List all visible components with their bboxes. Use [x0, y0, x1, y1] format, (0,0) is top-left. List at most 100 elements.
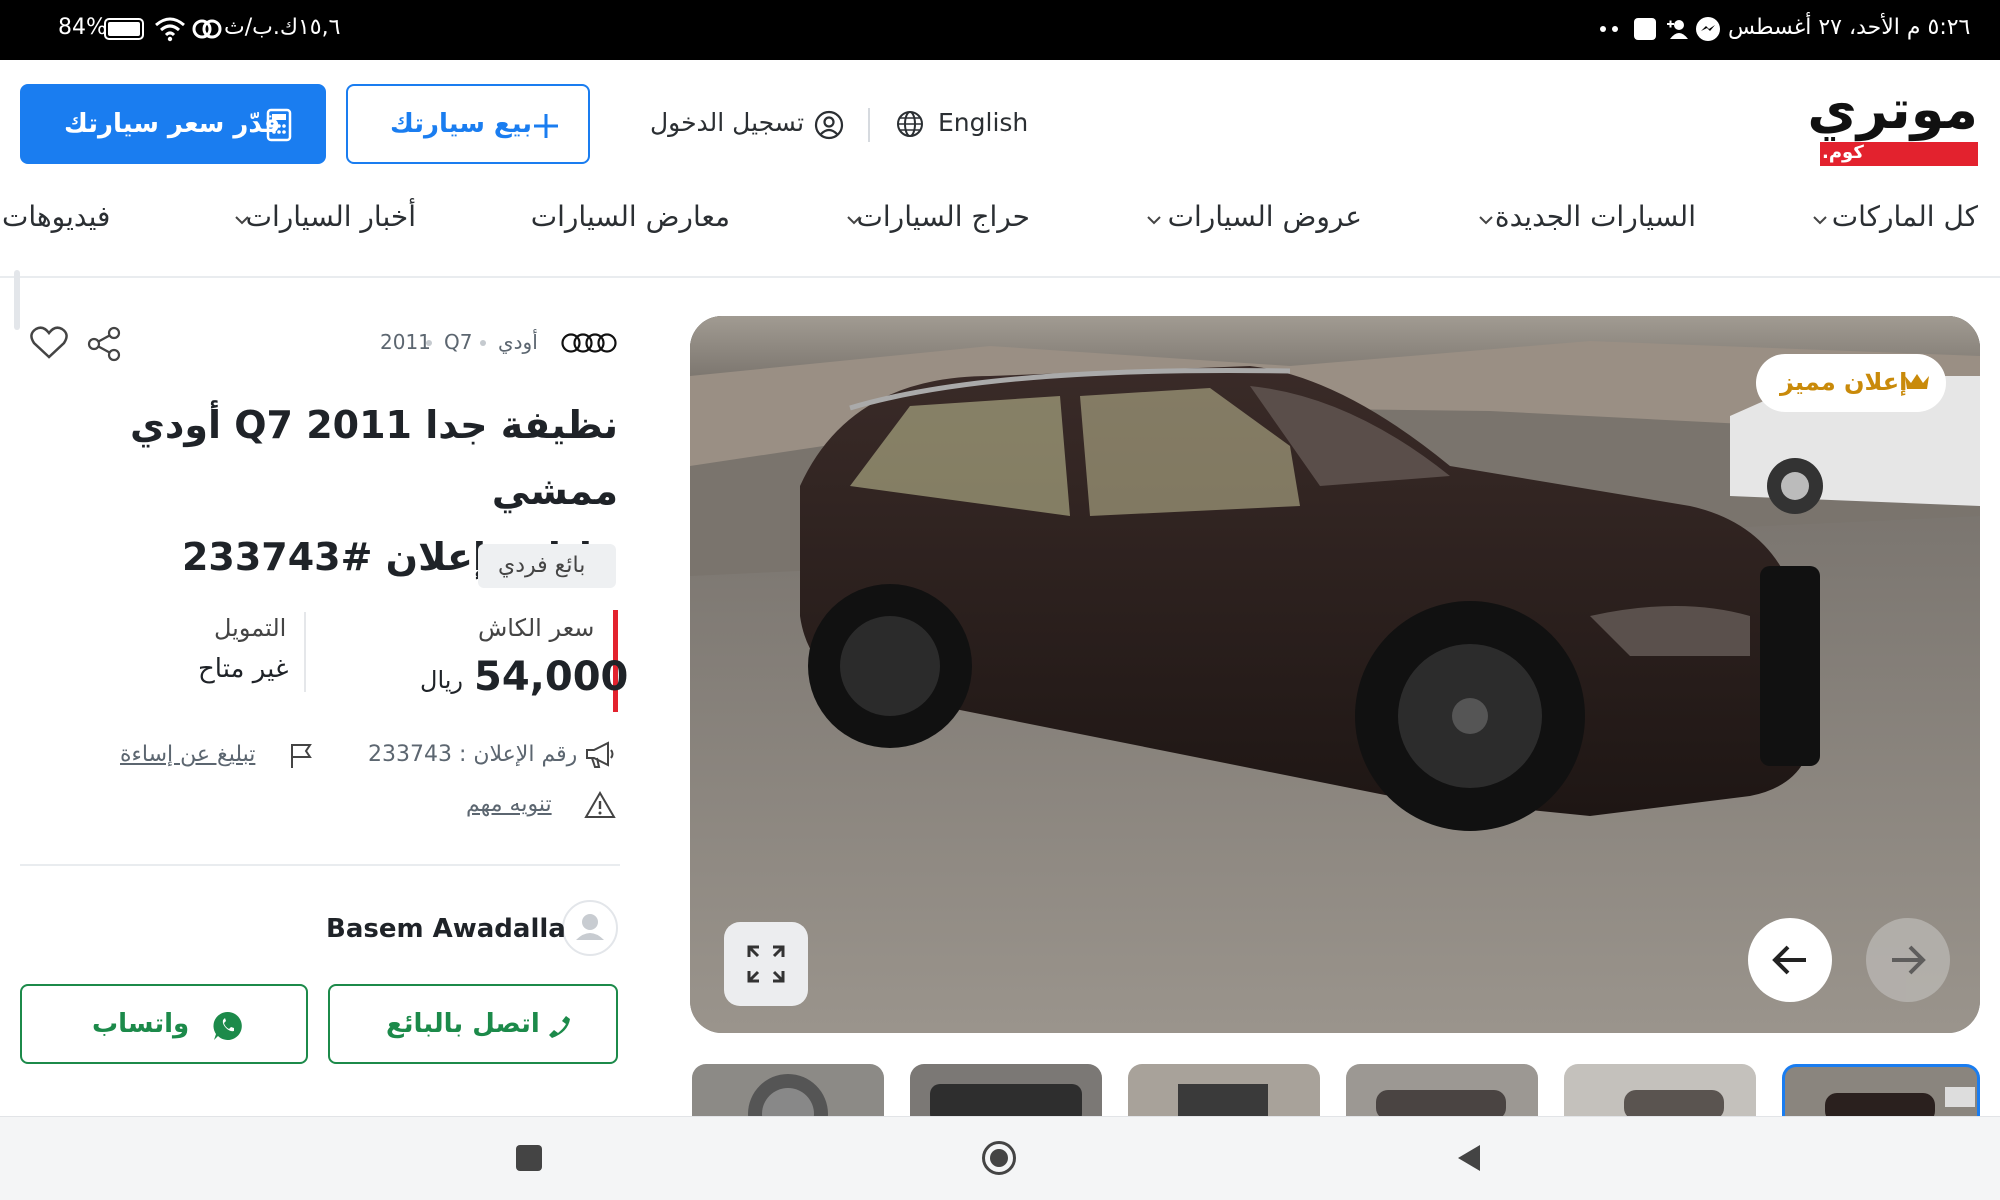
- battery-icon: [104, 18, 144, 40]
- language-switch[interactable]: English: [896, 104, 1029, 144]
- notification-square-icon: [1634, 18, 1656, 40]
- system-nav-bar: [0, 1116, 2000, 1200]
- price-currency: ريال: [420, 666, 464, 694]
- share-button[interactable]: [86, 326, 122, 362]
- photo-thumbnail[interactable]: [692, 1064, 884, 1120]
- status-bar: 84% ١٥,٦ك.ب/ث ٥:٢٦ م الأحد، ٢٧ أغسطس: [0, 0, 2000, 60]
- messenger-icon: [1696, 17, 1720, 41]
- nav-all-brands[interactable]: كل الماركات: [1832, 200, 1978, 233]
- main-nav: كل الماركات السيارات الجديدة عروض السيار…: [0, 180, 2000, 280]
- call-seller-button[interactable]: اتصل بالبائع: [328, 984, 618, 1064]
- breadcrumb-separator: [480, 340, 486, 346]
- more-dot-icon: [1600, 26, 1606, 32]
- language-label: English: [938, 108, 1029, 137]
- chevron-down-icon: [1813, 216, 1827, 225]
- cash-price-label: سعر الكاش: [478, 614, 595, 642]
- nav-car-offers[interactable]: عروض السيارات: [1168, 200, 1362, 233]
- nfc-icon: [192, 17, 222, 41]
- chevron-down-icon: [235, 216, 249, 225]
- breadcrumb-separator: [426, 340, 432, 346]
- flag-icon: [288, 742, 316, 770]
- login-label: تسجيل الدخول: [650, 108, 805, 137]
- login-link[interactable]: تسجيل الدخول: [650, 104, 850, 144]
- price-divider: [304, 612, 306, 692]
- important-notice-link[interactable]: تنويه مهم: [466, 788, 620, 824]
- arrow-left-icon: [1772, 944, 1808, 976]
- nav-videos[interactable]: فيديوهات: [2, 200, 110, 233]
- cash-price: 54,000 ريال: [420, 652, 628, 708]
- estimate-price-button[interactable]: قدّر سعر سيارتك: [20, 84, 326, 164]
- photo-thumbnail[interactable]: [910, 1064, 1102, 1120]
- chevron-down-icon: [1479, 216, 1493, 225]
- listing-title-line1: أودي Q7 2011 نظيفة جدا ممشي: [130, 403, 618, 513]
- audi-rings-icon: [560, 332, 618, 354]
- recent-apps-button[interactable]: [516, 1145, 542, 1171]
- expand-icon: [746, 944, 786, 984]
- featured-badge-label: إعلان مميز: [1780, 368, 1908, 396]
- favorite-button[interactable]: [30, 326, 68, 360]
- nav-car-auction[interactable]: حراج السيارات: [857, 200, 1030, 233]
- scrollbar-thumb[interactable]: [14, 270, 20, 330]
- estimate-price-label: قدّر سعر سيارتك: [64, 109, 281, 139]
- share-icon: [86, 326, 122, 362]
- breadcrumb-model[interactable]: Q7: [444, 330, 472, 354]
- chevron-down-icon: [1147, 216, 1161, 225]
- globe-icon: [896, 110, 924, 138]
- nav-car-news[interactable]: أخبار السيارات: [246, 200, 416, 233]
- person-add-icon: [1666, 17, 1690, 41]
- status-time-date: ٥:٢٦ م الأحد، ٢٧ أغسطس: [1728, 15, 1971, 40]
- finance-value: غير متاح: [198, 654, 289, 684]
- photo-thumbnail-active[interactable]: [1782, 1064, 1980, 1120]
- breadcrumb: 2011 Q7 أودي: [378, 330, 618, 360]
- next-photo-button[interactable]: [1866, 918, 1950, 1002]
- battery-percentage: 84%: [58, 15, 107, 40]
- phone-icon: [544, 1012, 572, 1040]
- seller-type-badge: بائع فردي: [478, 544, 616, 588]
- call-seller-label: اتصل بالبائع: [386, 1009, 540, 1039]
- photo-thumbnail[interactable]: [1564, 1064, 1756, 1120]
- arrow-right-icon: [1890, 944, 1926, 976]
- nav-divider: [0, 276, 2000, 278]
- seller-name: Basem Awadalla: [326, 914, 566, 944]
- back-button[interactable]: [1456, 1143, 1482, 1173]
- whatsapp-icon: [212, 1010, 244, 1042]
- header-divider: [868, 108, 870, 142]
- breadcrumb-make[interactable]: أودي: [498, 330, 538, 354]
- user-circle-icon: [814, 110, 844, 140]
- site-logo[interactable]: موتري .كوم: [1807, 78, 1980, 168]
- fullscreen-button[interactable]: [724, 922, 808, 1006]
- warning-triangle-icon: [584, 790, 616, 820]
- finance-label: التمويل: [214, 614, 287, 642]
- home-button[interactable]: [982, 1141, 1016, 1175]
- breadcrumb-year[interactable]: 2011: [380, 330, 431, 354]
- wifi-icon: [154, 16, 186, 42]
- report-abuse-label: تبليغ عن إساءة: [120, 742, 256, 767]
- ad-number: رقم الإعلان : 233743: [366, 738, 620, 774]
- nav-car-showrooms[interactable]: معارض السيارات: [531, 200, 730, 233]
- price-value: 54,000: [474, 654, 629, 700]
- prev-photo-button[interactable]: [1748, 918, 1832, 1002]
- featured-badge: إعلان مميز: [1756, 354, 1946, 412]
- whatsapp-label: واتساب: [92, 1009, 190, 1039]
- sell-car-button[interactable]: بيع سيارتك: [346, 84, 590, 164]
- whatsapp-button[interactable]: واتساب: [20, 984, 308, 1064]
- section-divider: [20, 864, 620, 866]
- report-abuse-link[interactable]: تبليغ عن إساءة: [118, 738, 318, 774]
- ad-number-label: رقم الإعلان : 233743: [368, 742, 578, 767]
- heart-icon: [30, 326, 68, 360]
- more-dot-icon: [1612, 26, 1618, 32]
- seller-avatar: [562, 900, 618, 956]
- photo-thumbnail[interactable]: [1128, 1064, 1320, 1120]
- crown-icon: [1904, 372, 1930, 392]
- megaphone-icon: [584, 740, 616, 770]
- photo-thumbnail[interactable]: [1346, 1064, 1538, 1120]
- logo-text: موتري: [1807, 78, 1980, 141]
- nav-new-cars[interactable]: السيارات الجديدة: [1495, 200, 1696, 233]
- network-speed: ١٥,٦ك.ب/ث: [224, 15, 341, 40]
- important-notice-label: تنويه مهم: [466, 792, 552, 817]
- plus-icon: [532, 112, 560, 140]
- sell-car-label: بيع سيارتك: [390, 109, 533, 139]
- logo-subtext: .كوم: [1822, 142, 1864, 163]
- chevron-down-icon: [847, 216, 861, 225]
- car-main-photo[interactable]: إعلان مميز: [690, 316, 1980, 1033]
